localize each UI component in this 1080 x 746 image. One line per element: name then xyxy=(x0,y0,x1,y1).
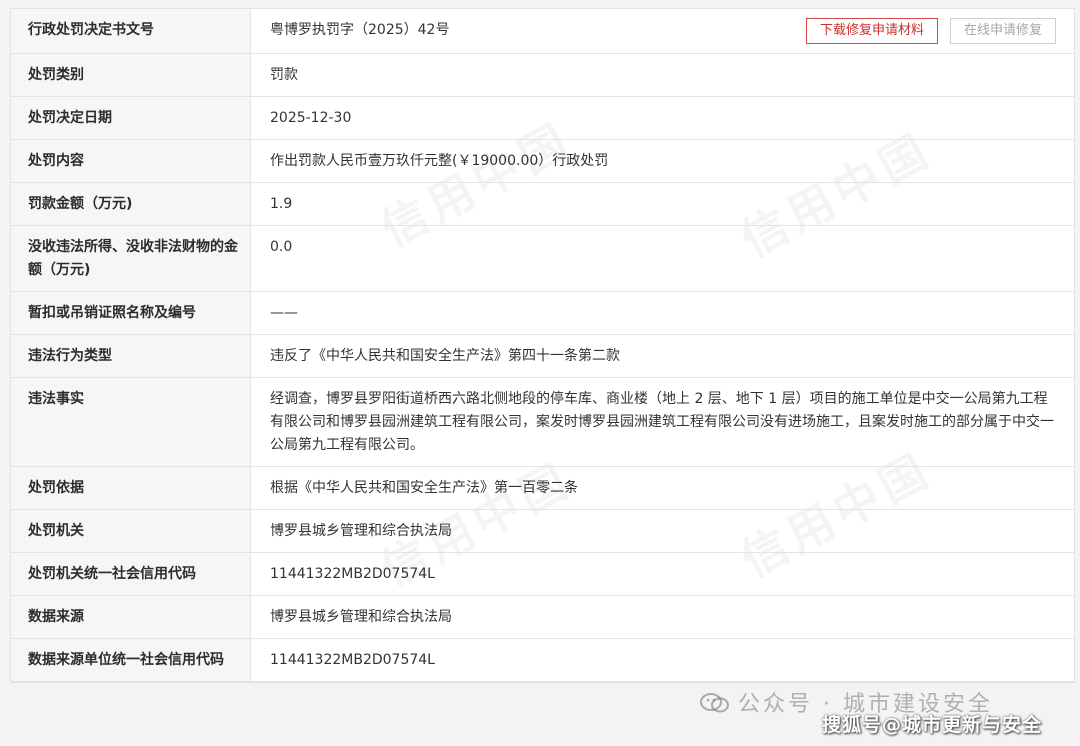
table-row: 处罚机关 博罗县城乡管理和综合执法局 xyxy=(11,509,1074,553)
table-row: 处罚内容 作出罚款人民币壹万玖仟元整(￥19000.00）行政处罚 xyxy=(11,139,1074,183)
table-row: 处罚决定日期 2025-12-30 xyxy=(11,96,1074,140)
row-label-penalty-type: 处罚类别 xyxy=(11,53,251,97)
row-value-license-revocation: —— xyxy=(250,291,1074,335)
row-value-data-source: 博罗县城乡管理和综合执法局 xyxy=(250,595,1074,639)
download-repair-materials-button[interactable]: 下载修复申请材料 xyxy=(805,18,938,44)
penalty-detail-card: 信用中国 信用中国 信用中国 信用中国 信用中国 信用中国 行政处罚决定书文号 … xyxy=(10,8,1075,683)
table-row: 罚款金额（万元) 1.9 xyxy=(11,182,1074,226)
table-row: 数据来源 博罗县城乡管理和综合执法局 xyxy=(11,595,1074,639)
wechat-icon xyxy=(700,693,729,713)
row-value-source-credit-code: 11441322MB2D07574L xyxy=(250,638,1074,682)
page: 信用中国 信用中国 信用中国 信用中国 信用中国 信用中国 行政处罚决定书文号 … xyxy=(0,0,1080,746)
row-value-doc-number: 粤博罗执罚字（2025）42号 下载修复申请材料 在线申请修复 xyxy=(250,9,1074,54)
row-label-penalty-content: 处罚内容 xyxy=(11,139,251,183)
row-label-data-source: 数据来源 xyxy=(11,595,251,639)
row-value-authority-credit-code: 11441322MB2D07574L xyxy=(250,552,1074,596)
row-value-violation-type: 违反了《中华人民共和国安全生产法》第四十一条第二款 xyxy=(250,334,1074,378)
table-row: 处罚机关统一社会信用代码 11441322MB2D07574L xyxy=(11,552,1074,596)
row-value-penalty-basis: 根据《中华人民共和国安全生产法》第一百零二条 xyxy=(250,466,1074,510)
row-value-violation-facts: 经调查，博罗县罗阳街道桥西六路北侧地段的停车库、商业楼（地上 2 层、地下 1 … xyxy=(250,377,1074,467)
row-label-license-revocation: 暂扣或吊销证照名称及编号 xyxy=(11,291,251,335)
row-label-source-credit-code: 数据来源单位统一社会信用代码 xyxy=(11,638,251,682)
row-value-penalty-authority: 博罗县城乡管理和综合执法局 xyxy=(250,509,1074,553)
table-row: 处罚类别 罚款 xyxy=(11,53,1074,97)
row-label-doc-number: 行政处罚决定书文号 xyxy=(11,9,251,54)
row-label-fine-amount: 罚款金额（万元) xyxy=(11,182,251,226)
penalty-detail-table: 行政处罚决定书文号 粤博罗执罚字（2025）42号 下载修复申请材料 在线申请修复… xyxy=(11,9,1074,682)
table-row: 违法事实 经调查，博罗县罗阳街道桥西六路北侧地段的停车库、商业楼（地上 2 层、… xyxy=(11,377,1074,467)
row-label-authority-credit-code: 处罚机关统一社会信用代码 xyxy=(11,552,251,596)
doc-number-value: 粤博罗执罚字（2025）42号 xyxy=(270,22,450,38)
table-row: 数据来源单位统一社会信用代码 11441322MB2D07574L xyxy=(11,638,1074,682)
row-label-violation-facts: 违法事实 xyxy=(11,377,251,467)
row-value-fine-amount: 1.9 xyxy=(250,182,1074,226)
row-value-penalty-type: 罚款 xyxy=(250,53,1074,97)
row-value-confiscation-amount: 0.0 xyxy=(250,225,1074,292)
table-row: 行政处罚决定书文号 粤博罗执罚字（2025）42号 下载修复申请材料 在线申请修复 xyxy=(11,9,1074,54)
row-label-penalty-basis: 处罚依据 xyxy=(11,466,251,510)
row-value-penalty-content: 作出罚款人民币壹万玖仟元整(￥19000.00）行政处罚 xyxy=(250,139,1074,183)
row-label-penalty-authority: 处罚机关 xyxy=(11,509,251,553)
row-label-decision-date: 处罚决定日期 xyxy=(11,96,251,140)
table-row: 没收违法所得、没收非法财物的金额（万元) 0.0 xyxy=(11,225,1074,292)
sohu-watermark: 搜狐号@城市更新与安全 xyxy=(822,714,1043,736)
online-repair-application-button[interactable]: 在线申请修复 xyxy=(949,18,1056,44)
table-row: 违法行为类型 违反了《中华人民共和国安全生产法》第四十一条第二款 xyxy=(11,334,1074,378)
row-label-confiscation-amount: 没收违法所得、没收非法财物的金额（万元) xyxy=(11,225,251,292)
row-value-decision-date: 2025-12-30 xyxy=(250,96,1074,140)
row-label-violation-type: 违法行为类型 xyxy=(11,334,251,378)
action-group: 下载修复申请材料 在线申请修复 xyxy=(794,18,1056,44)
table-row: 暂扣或吊销证照名称及编号 —— xyxy=(11,291,1074,335)
table-row: 处罚依据 根据《中华人民共和国安全生产法》第一百零二条 xyxy=(11,466,1074,510)
